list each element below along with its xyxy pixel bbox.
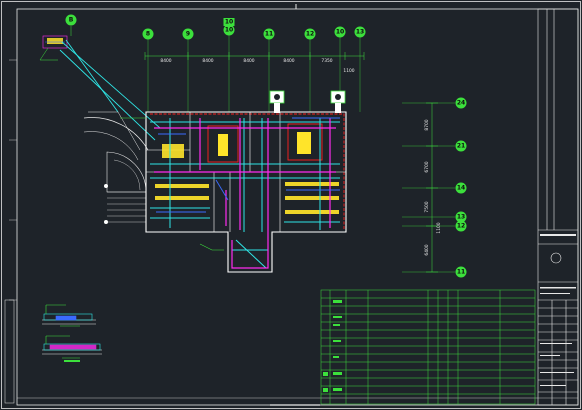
right-axis-label: 14	[457, 185, 465, 192]
right-dimension-value: 8700	[424, 119, 430, 130]
right-title-block-fills	[540, 234, 576, 386]
top-axis-label: 13	[356, 29, 364, 36]
detail-section-1	[42, 304, 96, 327]
top-dim-extra: 1100	[343, 68, 354, 74]
top-axis-label: 12	[306, 31, 314, 38]
roof-fans	[269, 90, 346, 113]
right-axis-grid: 24 21 14 13 12 11	[402, 97, 467, 278]
top-axis-label: 9	[186, 31, 190, 38]
right-axis-label: 21	[457, 143, 465, 150]
right-axis-label: 13	[457, 214, 465, 221]
floor-plan	[83, 90, 347, 273]
top-axis-label: 11	[265, 31, 273, 38]
top-axis-bubble-9: 9	[182, 28, 194, 112]
right-dimension-value: 6400	[424, 244, 430, 255]
top-axis-sub-bubble: 10	[223, 18, 235, 26]
right-title-block	[537, 8, 579, 406]
right-axis-label: 24	[457, 100, 465, 107]
center-marks	[270, 4, 320, 406]
top-axis-bubble-13: 13	[354, 26, 366, 112]
top-axis-sub-label: 10	[225, 19, 233, 26]
top-axis-label: 8	[146, 31, 150, 38]
right-axis-label: 12	[457, 223, 465, 230]
riser-key-inset	[39, 26, 72, 61]
top-dimension-labels: 8400 8400 8400 8400 7350	[160, 58, 332, 64]
cad-drawing-canvas[interactable]: 8 91011 12 10 1310 242114131211 8400 8400 8400…	[0, 0, 582, 410]
top-axis-bubble-12: 12	[304, 28, 316, 112]
top-dimension-value: 8400	[243, 58, 254, 64]
axis-bubble-b: B	[65, 14, 77, 26]
top-axis-bubble-8: 8	[142, 28, 154, 112]
top-axis-label: 10	[336, 29, 344, 36]
detail-section-2	[42, 335, 102, 362]
right-dimension-extra: 1100	[436, 222, 442, 233]
top-dimension-value: 7350	[321, 58, 332, 64]
axis-b-label: B	[69, 17, 74, 24]
schedule-table	[320, 289, 536, 405]
right-dimension-value: 7500	[424, 201, 430, 212]
top-axis-bubble-10: 10	[223, 24, 235, 112]
top-axis-label: 10	[225, 27, 233, 34]
top-dimension-value: 8400	[160, 58, 171, 64]
right-dimension-labels: 8700 6700 7500 6400 1100	[424, 119, 442, 255]
top-dimension-value: 8400	[283, 58, 294, 64]
right-axis-label: 11	[457, 269, 465, 276]
right-axis-bubble-13: 13	[402, 211, 467, 223]
top-dimension-value: 8400	[202, 58, 213, 64]
right-dimension-value: 6700	[424, 161, 430, 172]
